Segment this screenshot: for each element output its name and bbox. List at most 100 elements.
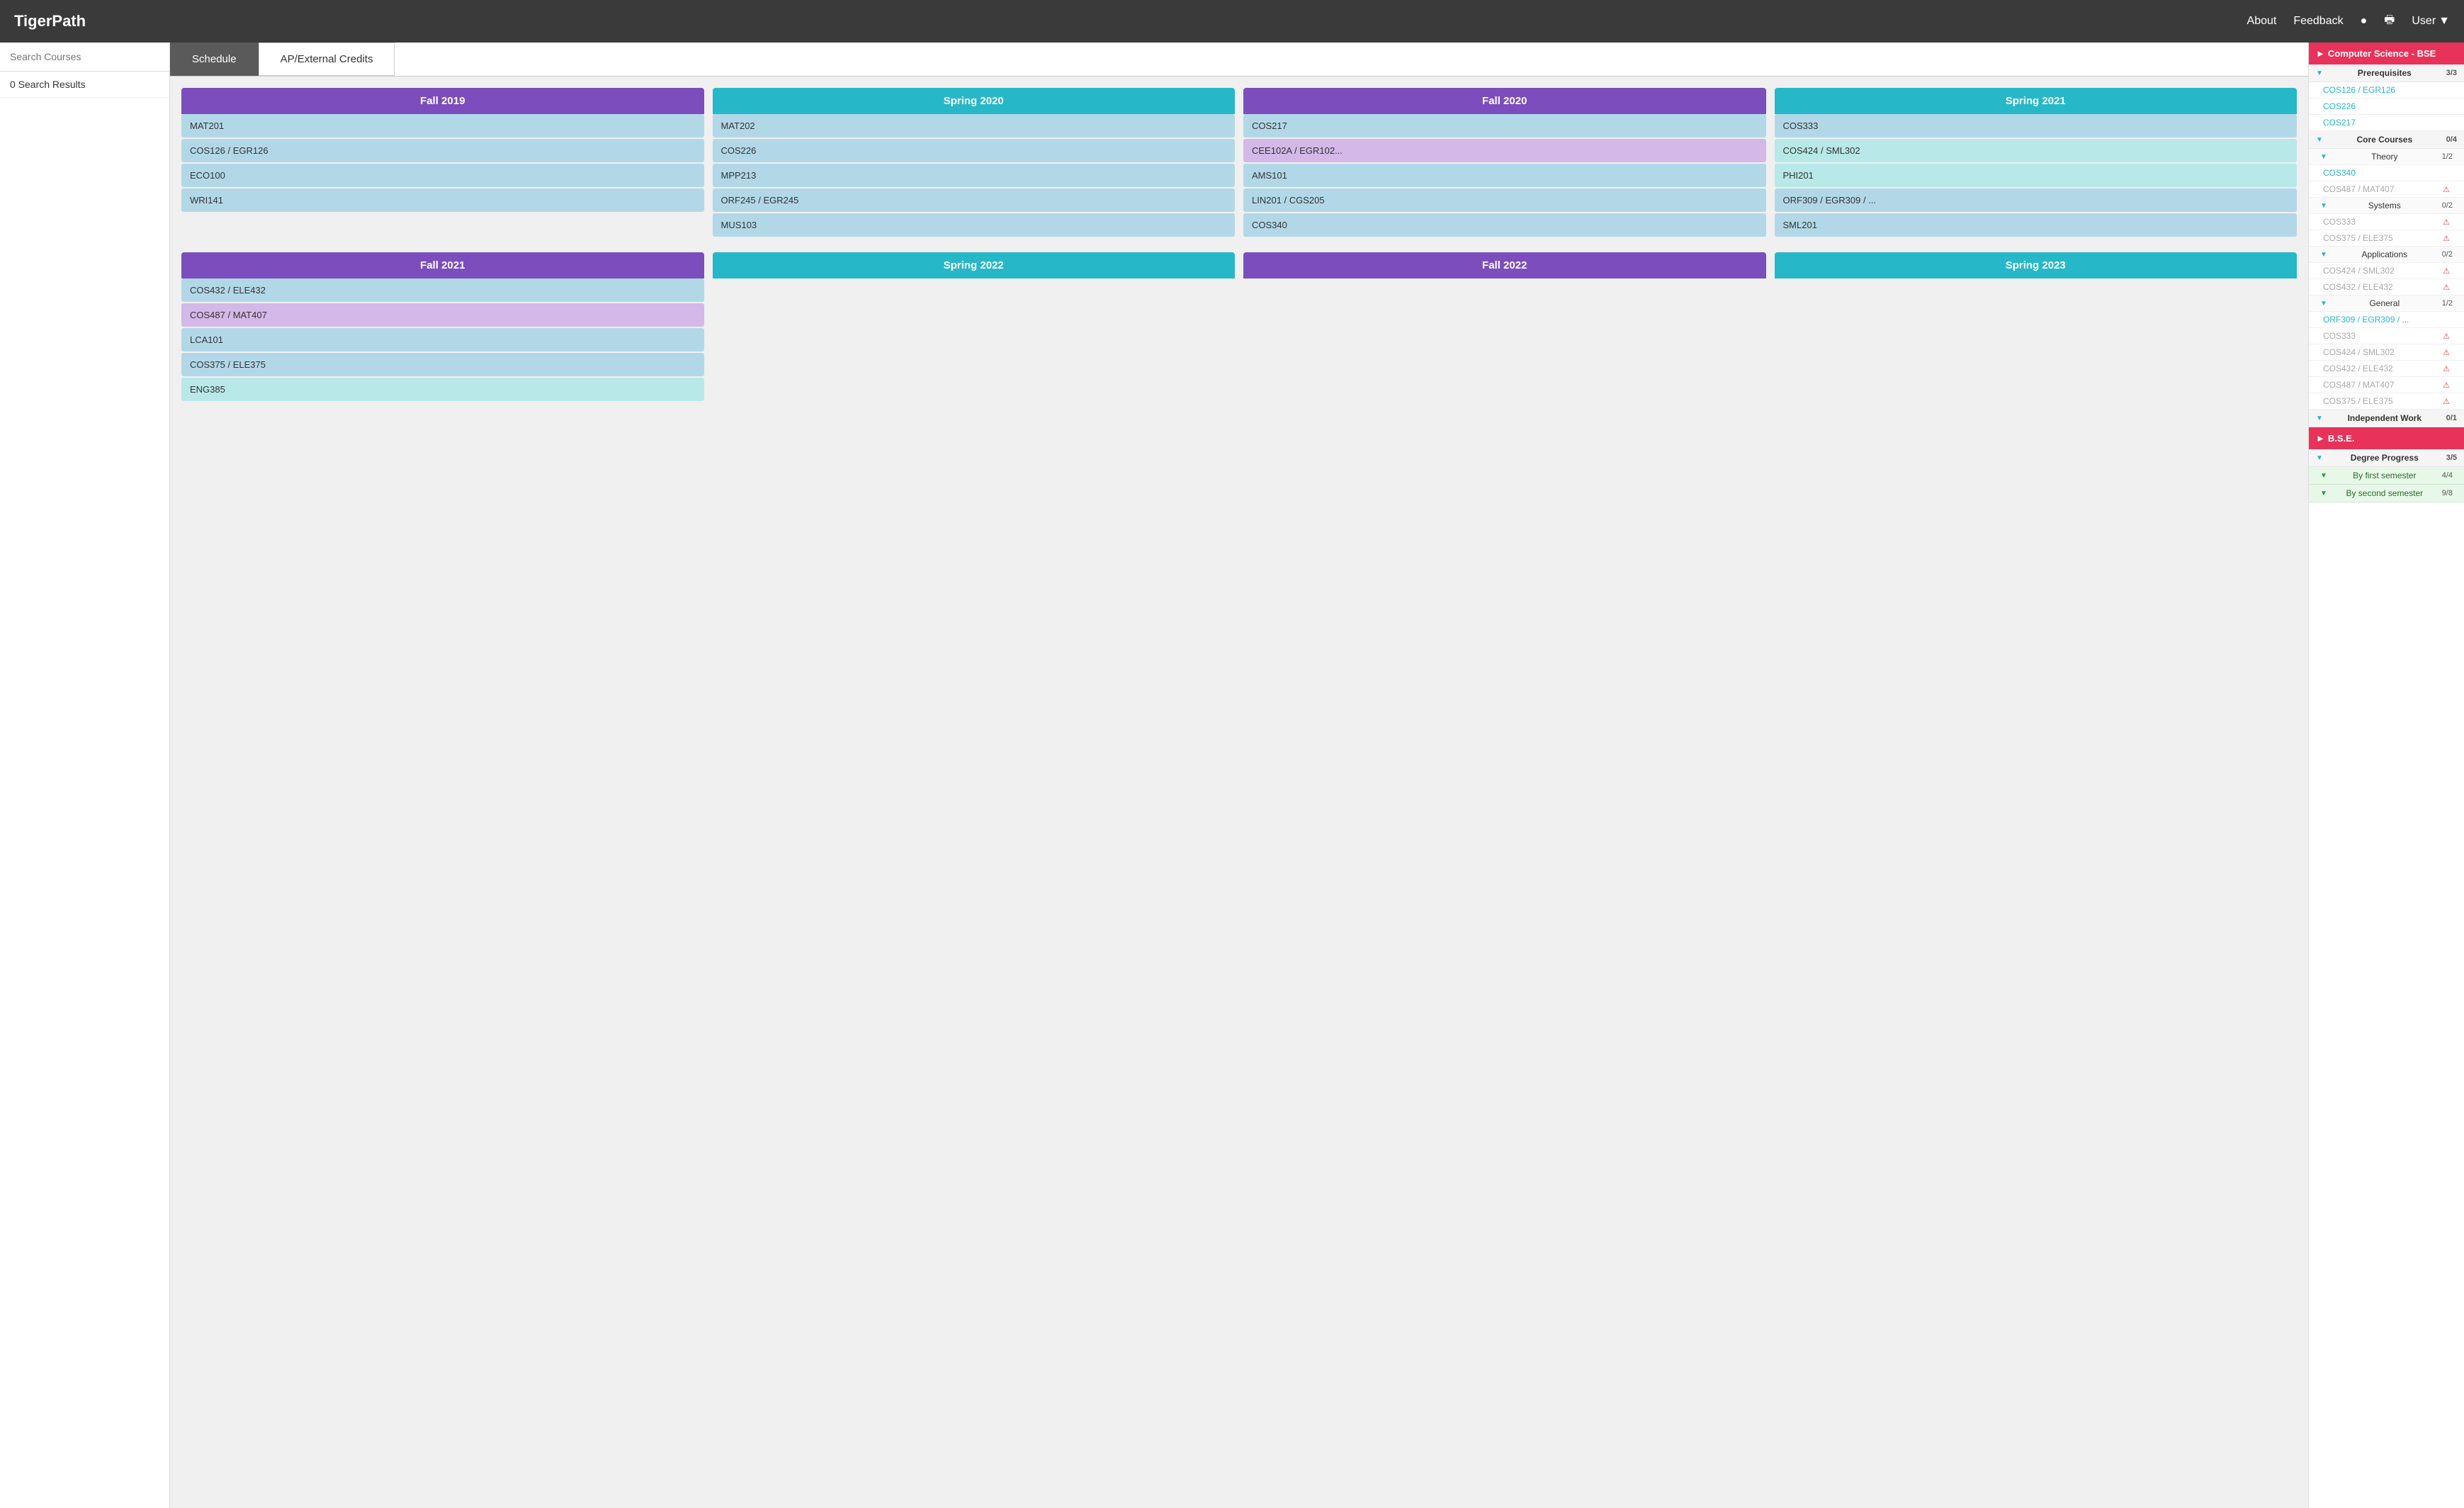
course-item[interactable]: LIN201 / CGS205 — [1243, 188, 1766, 212]
semester-header-spring2021: Spring 2021 — [1775, 88, 2298, 114]
user-label: User — [2412, 15, 2436, 28]
course-item[interactable]: COS126 / EGR126 — [181, 139, 704, 162]
warning-icon: ⚠ — [2443, 266, 2450, 276]
degree-count: 3/5 — [2446, 454, 2457, 462]
arrow-icon: ► — [2316, 48, 2325, 59]
schedule-grid: Fall 2019 MAT201 COS126 / EGR126 ECO100 … — [170, 77, 2308, 414]
second-sem-label: By second semester — [2346, 488, 2423, 498]
course-item[interactable]: MAT202 — [713, 114, 1236, 137]
search-input[interactable] — [0, 43, 169, 72]
first-sem-label: By first semester — [2353, 471, 2416, 480]
by-first-semester[interactable]: ▼ By first semester 4/4 — [2309, 467, 2464, 485]
req-course-cos424-gen[interactable]: COS424 / SML302 ⚠ — [2309, 344, 2464, 361]
general-arrow: ▼ — [2320, 300, 2327, 308]
general-subcategory[interactable]: ▼ General 1/2 — [2309, 296, 2464, 312]
course-item[interactable]: SML201 — [1775, 213, 2298, 237]
course-item[interactable]: CEE102A / EGR102... — [1243, 139, 1766, 162]
prerequisites-category[interactable]: ▼ Prerequisites 3/3 — [2309, 64, 2464, 82]
course-item[interactable]: LCA101 — [181, 328, 704, 351]
req-course-cos487-gen[interactable]: COS487 / MAT407 ⚠ — [2309, 377, 2464, 393]
applications-subcategory[interactable]: ▼ Applications 0/2 — [2309, 247, 2464, 263]
semester-fall2022: Fall 2022 — [1243, 252, 1766, 403]
req-course-cos424[interactable]: COS424 / SML302 ⚠ — [2309, 263, 2464, 279]
applications-count: 0/2 — [2442, 250, 2453, 259]
course-code: COS126 / EGR126 — [2323, 85, 2395, 95]
progress-arrow2: ▼ — [2320, 490, 2327, 497]
systems-subcategory[interactable]: ▼ Systems 0/2 — [2309, 198, 2464, 214]
indep-arrow: ▼ — [2316, 415, 2323, 422]
course-item[interactable]: COS487 / MAT407 — [181, 303, 704, 327]
course-item[interactable]: MUS103 — [713, 213, 1236, 237]
about-link[interactable]: About — [2247, 15, 2277, 28]
core-courses-category[interactable]: ▼ Core Courses 0/4 — [2309, 131, 2464, 149]
cs-bse-header: ► Computer Science - BSE — [2309, 43, 2464, 64]
req-course-cos333-sys[interactable]: COS333 ⚠ — [2309, 214, 2464, 230]
semester-header-spring2023: Spring 2023 — [1775, 252, 2298, 278]
degree-progress-category[interactable]: ▼ Degree Progress 3/5 — [2309, 449, 2464, 467]
semester-header-fall2022: Fall 2022 — [1243, 252, 1766, 278]
warning-icon: ⚠ — [2443, 397, 2450, 406]
tab-ap-credits[interactable]: AP/External Credits — [259, 43, 395, 76]
github-icon[interactable]: ● — [2361, 15, 2368, 28]
warning-icon: ⚠ — [2443, 218, 2450, 227]
req-course-cos432[interactable]: COS432 / ELE432 ⚠ — [2309, 279, 2464, 296]
course-item[interactable]: MPP213 — [713, 164, 1236, 187]
semester-header-fall2020: Fall 2020 — [1243, 88, 1766, 114]
course-item[interactable]: ORF309 / EGR309 / ... — [1775, 188, 2298, 212]
course-item[interactable]: COS432 / ELE432 — [181, 278, 704, 302]
course-item[interactable]: COS375 / ELE375 — [181, 353, 704, 376]
systems-label: Systems — [2368, 201, 2401, 210]
course-item[interactable]: WRI141 — [181, 188, 704, 212]
req-course-cos333-gen[interactable]: COS333 ⚠ — [2309, 328, 2464, 344]
progress-arrow: ▼ — [2320, 472, 2327, 480]
course-item[interactable]: COS340 — [1243, 213, 1766, 237]
systems-arrow: ▼ — [2320, 202, 2327, 210]
main-container: 0 Search Results Schedule AP/External Cr… — [0, 43, 2464, 1508]
course-code: COS487 / MAT407 — [2323, 184, 2395, 194]
course-item[interactable]: COS217 — [1243, 114, 1766, 137]
req-course-orf309[interactable]: ORF309 / EGR309 / ... — [2309, 312, 2464, 328]
applications-arrow: ▼ — [2320, 251, 2327, 259]
req-course-cos217[interactable]: COS217 — [2309, 115, 2464, 131]
course-item[interactable]: ORF245 / EGR245 — [713, 188, 1236, 212]
semester-spring2023: Spring 2023 — [1775, 252, 2298, 403]
indep-label: Independent Work — [2348, 413, 2421, 423]
course-item[interactable]: COS226 — [713, 139, 1236, 162]
by-second-semester[interactable]: ▼ By second semester 9/8 — [2309, 485, 2464, 502]
feedback-link[interactable]: Feedback — [2293, 15, 2343, 28]
course-code: COS487 / MAT407 — [2323, 380, 2395, 390]
warning-icon: ⚠ — [2443, 234, 2450, 243]
req-course-cos340[interactable]: COS340 — [2309, 165, 2464, 181]
semester-header-spring2020: Spring 2020 — [713, 88, 1236, 114]
general-label: General — [2369, 298, 2400, 308]
warning-icon: ⚠ — [2443, 332, 2450, 341]
req-course-cos126[interactable]: COS126 / EGR126 — [2309, 82, 2464, 99]
req-course-cos226[interactable]: COS226 — [2309, 99, 2464, 115]
semester-row-1: Fall 2019 MAT201 COS126 / EGR126 ECO100 … — [181, 88, 2297, 238]
course-item[interactable]: AMS101 — [1243, 164, 1766, 187]
course-item[interactable]: PHI201 — [1775, 164, 2298, 187]
semester-header-fall2021: Fall 2021 — [181, 252, 704, 278]
course-code: COS226 — [2323, 101, 2356, 111]
req-course-cos375[interactable]: COS375 / ELE375 ⚠ — [2309, 230, 2464, 247]
course-item[interactable]: ECO100 — [181, 164, 704, 187]
semester-spring2021: Spring 2021 COS333 COS424 / SML302 PHI20… — [1775, 88, 2298, 238]
course-code: COS375 / ELE375 — [2323, 233, 2393, 243]
independent-work-category[interactable]: ▼ Independent Work 0/1 — [2309, 410, 2464, 427]
course-item[interactable]: ENG385 — [181, 378, 704, 401]
print-icon[interactable]: 🖶 — [2384, 12, 2395, 31]
req-course-cos375-gen[interactable]: COS375 / ELE375 ⚠ — [2309, 393, 2464, 410]
tab-schedule[interactable]: Schedule — [170, 43, 259, 76]
semester-row-2: Fall 2021 COS432 / ELE432 COS487 / MAT40… — [181, 252, 2297, 403]
first-sem-count: 4/4 — [2442, 471, 2453, 480]
req-course-cos487[interactable]: COS487 / MAT407 ⚠ — [2309, 181, 2464, 198]
degree-label: Degree Progress — [2351, 453, 2419, 463]
course-item[interactable]: COS333 — [1775, 114, 2298, 137]
theory-subcategory[interactable]: ▼ Theory 1/2 — [2309, 149, 2464, 165]
course-item[interactable]: COS424 / SML302 — [1775, 139, 2298, 162]
user-menu[interactable]: User ▼ — [2412, 15, 2450, 28]
bse-arrow-icon: ► — [2316, 433, 2325, 444]
course-item[interactable]: MAT201 — [181, 114, 704, 137]
app-brand: TigerPath — [14, 12, 86, 30]
req-course-cos432-gen[interactable]: COS432 / ELE432 ⚠ — [2309, 361, 2464, 377]
